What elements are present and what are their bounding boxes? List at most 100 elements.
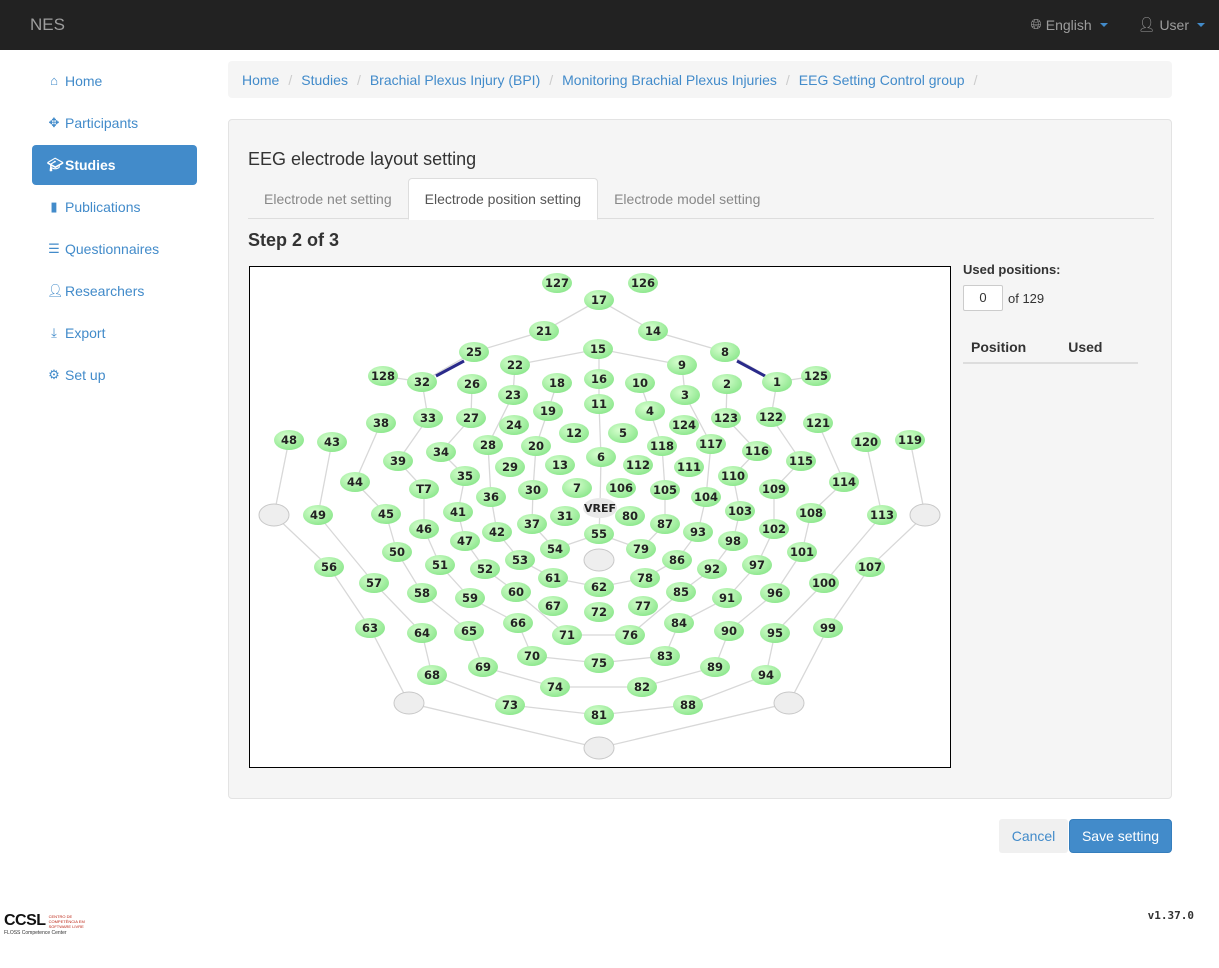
electrode-3[interactable]: 3 [670, 385, 700, 405]
electrode-96[interactable]: 96 [760, 583, 790, 603]
empty-position-marker[interactable] [773, 691, 805, 715]
electrode-58[interactable]: 58 [407, 583, 437, 603]
electrode-59[interactable]: 59 [455, 588, 485, 608]
electrode-102[interactable]: 102 [759, 519, 789, 539]
electrode-100[interactable]: 100 [809, 573, 839, 593]
empty-position-marker[interactable] [909, 503, 941, 527]
electrode-51[interactable]: 51 [425, 555, 455, 575]
electrode-78[interactable]: 78 [630, 568, 660, 588]
electrode-49[interactable]: 49 [303, 505, 333, 525]
electrode-38[interactable]: 38 [366, 413, 396, 433]
electrode-88[interactable]: 88 [673, 695, 703, 715]
electrode-109[interactable]: 109 [759, 479, 789, 499]
empty-position-marker[interactable] [583, 548, 615, 572]
tab-electrode-net[interactable]: Electrode net setting [248, 178, 408, 219]
electrode-19[interactable]: 19 [533, 401, 563, 421]
electrode-73[interactable]: 73 [495, 695, 525, 715]
electrode-39[interactable]: 39 [383, 451, 413, 471]
empty-position-marker[interactable] [258, 503, 290, 527]
electrode-35[interactable]: 35 [450, 466, 480, 486]
electrode-13[interactable]: 13 [545, 455, 575, 475]
electrode-90[interactable]: 90 [714, 621, 744, 641]
electrode-111[interactable]: 111 [674, 457, 704, 477]
electrode-125[interactable]: 125 [801, 366, 831, 386]
electrode-72[interactable]: 72 [584, 602, 614, 622]
electrode-27[interactable]: 27 [456, 408, 486, 428]
tab-electrode-model[interactable]: Electrode model setting [598, 178, 776, 219]
brand-logo[interactable]: NES [30, 15, 65, 35]
electrode-94[interactable]: 94 [751, 665, 781, 685]
electrode-110[interactable]: 110 [718, 466, 748, 486]
electrode-map-canvas[interactable]: 127 1261721 1425 15 822 9128 32 26 1618 1032 1 1252… [250, 267, 950, 767]
electrode-48[interactable]: 48 [274, 430, 304, 450]
electrode-map[interactable]: 127 126 17 21 14 25 15 8 22 9 128 32 26 16 18 10 3 2 1 125 2… [249, 266, 951, 768]
electrode-65[interactable]: 65 [454, 621, 484, 641]
electrode-34[interactable]: 34 [426, 442, 456, 462]
language-dropdown[interactable]: 🌐︎ English [1031, 16, 1108, 33]
sidebar-item-home[interactable]: ⌂ Home [32, 61, 197, 101]
breadcrumb-experiment[interactable]: Monitoring Brachial Plexus Injuries [562, 72, 777, 88]
electrode-2[interactable]: 2 [712, 374, 742, 394]
electrode-106[interactable]: 106 [606, 478, 636, 498]
electrode-128[interactable]: 128 [368, 366, 398, 386]
electrode-76[interactable]: 76 [615, 625, 645, 645]
electrode-103[interactable]: 103 [725, 501, 755, 521]
electrode-124[interactable]: 124 [669, 415, 699, 435]
electrode-61[interactable]: 61 [538, 568, 568, 588]
electrode-92[interactable]: 92 [697, 559, 727, 579]
sidebar-item-researchers[interactable]: 👤︎ Researchers [32, 271, 197, 311]
empty-position-marker[interactable] [393, 691, 425, 715]
electrode-11[interactable]: 11 [584, 394, 614, 414]
electrode-101[interactable]: 101 [787, 542, 817, 562]
electrode-37[interactable]: 37 [517, 514, 547, 534]
electrode-8[interactable]: 8 [710, 342, 740, 362]
electrode-57[interactable]: 57 [359, 573, 389, 593]
electrode-114[interactable]: 114 [829, 472, 859, 492]
electrode-18[interactable]: 18 [542, 373, 572, 393]
electrode-68[interactable]: 68 [417, 665, 447, 685]
electrode-54[interactable]: 54 [540, 539, 570, 559]
electrode-1[interactable]: 1 [762, 372, 792, 392]
electrode-28[interactable]: 28 [473, 435, 503, 455]
electrode-75[interactable]: 75 [584, 653, 614, 673]
electrode-15[interactable]: 15 [583, 339, 613, 359]
electrode-85[interactable]: 85 [666, 582, 696, 602]
empty-position-marker[interactable] [583, 736, 615, 760]
sidebar-item-participants[interactable]: ✥ Participants [32, 103, 197, 143]
sidebar-item-questionnaires[interactable]: ☰ Questionnaires [32, 229, 197, 269]
electrode-113[interactable]: 113 [867, 505, 897, 525]
electrode-81[interactable]: 81 [584, 705, 614, 725]
electrode-42[interactable]: 42 [482, 522, 512, 542]
electrode-74[interactable]: 74 [540, 677, 570, 697]
electrode-121[interactable]: 121 [803, 413, 833, 433]
electrode-25[interactable]: 25 [459, 342, 489, 362]
electrode-97[interactable]: 97 [742, 555, 772, 575]
breadcrumb-home[interactable]: Home [242, 72, 279, 88]
tab-electrode-position[interactable]: Electrode position setting [407, 178, 599, 220]
electrode-69[interactable]: 69 [468, 657, 498, 677]
breadcrumb-studies[interactable]: Studies [301, 72, 348, 88]
electrode-83[interactable]: 83 [650, 646, 680, 666]
electrode-47[interactable]: 47 [450, 531, 480, 551]
electrode-108[interactable]: 108 [796, 503, 826, 523]
sidebar-item-publications[interactable]: ▮ Publications [32, 187, 197, 227]
electrode-53[interactable]: 53 [505, 550, 535, 570]
electrode-77[interactable]: 77 [628, 596, 658, 616]
sidebar-item-studies[interactable]: 🎓︎ Studies [32, 145, 197, 185]
sidebar-item-setup[interactable]: ⚙ Set up [32, 355, 197, 395]
electrode-116[interactable]: 116 [742, 441, 772, 461]
electrode-95[interactable]: 95 [760, 623, 790, 643]
electrode-43[interactable]: 43 [317, 432, 347, 452]
electrode-98[interactable]: 98 [718, 531, 748, 551]
electrode-63[interactable]: 63 [355, 618, 385, 638]
electrode-115[interactable]: 115 [786, 451, 816, 471]
electrode-24[interactable]: 24 [499, 415, 529, 435]
electrode-55[interactable]: 55 [584, 524, 614, 544]
electrode-7[interactable]: 7 [562, 478, 592, 498]
electrode-21[interactable]: 21 [529, 321, 559, 341]
cancel-button[interactable]: Cancel [999, 819, 1068, 853]
electrode-41[interactable]: 41 [443, 502, 473, 522]
electrode-14[interactable]: 14 [638, 321, 668, 341]
electrode-87[interactable]: 87 [650, 514, 680, 534]
electrode-122[interactable]: 122 [756, 407, 786, 427]
